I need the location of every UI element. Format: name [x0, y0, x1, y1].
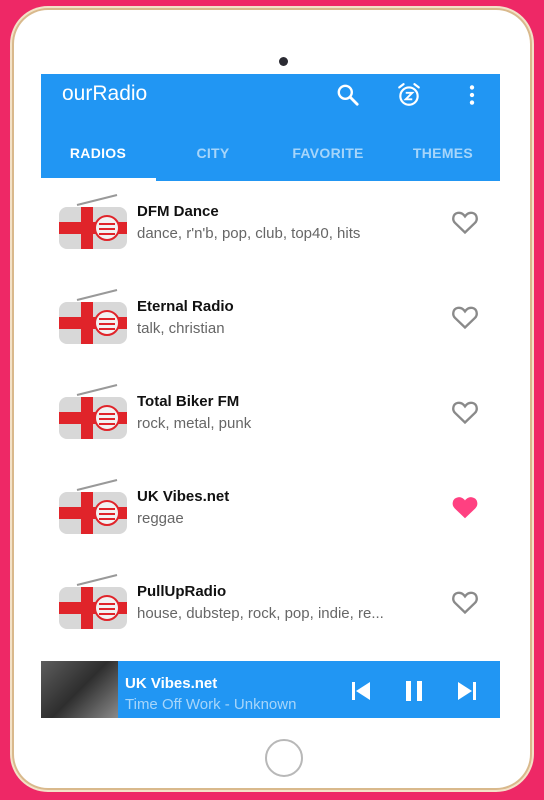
alarm-snooze-icon[interactable] [396, 82, 422, 108]
tab-themes[interactable]: THEMES [386, 136, 500, 181]
list-item[interactable]: UK Vibes.net reggae [41, 466, 500, 561]
album-art [41, 661, 118, 718]
station-name: UK Vibes.net [137, 488, 230, 505]
list-item[interactable]: DFM Dance dance, r'n'b, pop, club, top40… [41, 181, 500, 276]
heart-outline-icon[interactable] [451, 304, 479, 330]
station-genres: dance, r'n'b, pop, club, top40, hits [137, 225, 361, 242]
radio-flag-logo-icon [59, 194, 127, 249]
radio-flag-logo-icon [59, 384, 127, 439]
front-camera [279, 57, 288, 66]
station-name: PullUpRadio [137, 583, 227, 600]
heart-filled-icon[interactable] [451, 494, 479, 520]
app-bar: ourRadio RADIOS CITY FAVORITE THEMES [41, 74, 500, 181]
search-icon[interactable] [335, 82, 361, 108]
station-genres: talk, christian [137, 320, 225, 337]
home-button[interactable] [265, 739, 303, 777]
station-genres: reggae [137, 510, 184, 527]
now-playing-station: UK Vibes.net [125, 675, 218, 692]
tab-radios[interactable]: RADIOS [41, 136, 155, 181]
tab-city[interactable]: CITY [156, 136, 270, 181]
heart-outline-icon[interactable] [451, 399, 479, 425]
heart-outline-icon[interactable] [451, 589, 479, 615]
app-screen: ourRadio RADIOS CITY FAVORITE THEMES DFM… [41, 74, 500, 718]
now-playing-bar[interactable]: UK Vibes.net Time Off Work - Unknown [41, 661, 500, 718]
tab-favorite[interactable]: FAVORITE [271, 136, 385, 181]
radio-flag-logo-icon [59, 289, 127, 344]
radio-flag-logo-icon [59, 574, 127, 629]
skip-next-icon[interactable] [454, 679, 480, 703]
app-title: ourRadio [62, 82, 148, 105]
now-playing-track: Time Off Work - Unknown [125, 696, 297, 713]
skip-previous-icon[interactable] [348, 679, 374, 703]
list-item[interactable]: Eternal Radio talk, christian [41, 276, 500, 371]
tab-bar: RADIOS CITY FAVORITE THEMES [41, 136, 500, 181]
station-name: DFM Dance [137, 203, 219, 220]
list-item[interactable]: Total Biker FM rock, metal, punk [41, 371, 500, 466]
station-name: Eternal Radio [137, 298, 234, 315]
station-genres: rock, metal, punk [137, 415, 252, 432]
radio-flag-logo-icon [59, 479, 127, 534]
station-genres: house, dubstep, rock, pop, indie, re... [137, 605, 384, 622]
list-item[interactable]: PullUpRadio house, dubstep, rock, pop, i… [41, 561, 500, 656]
station-name: Total Biker FM [137, 393, 240, 410]
more-vert-icon[interactable] [459, 82, 485, 108]
heart-outline-icon[interactable] [451, 209, 479, 235]
pause-icon[interactable] [401, 679, 427, 703]
